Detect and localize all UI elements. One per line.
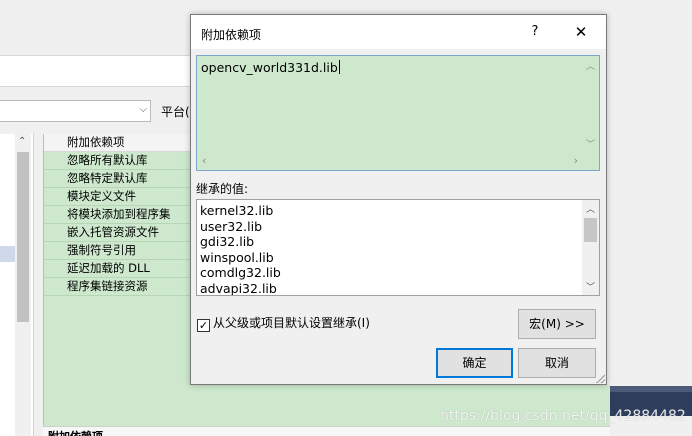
scroll-left-icon[interactable]: ‹ bbox=[202, 154, 206, 167]
scroll-up-icon[interactable]: ︿ bbox=[586, 59, 595, 72]
edit-horizontal-scrollbar[interactable]: ‹ › bbox=[197, 152, 584, 170]
watermark: https://blog.csdn.net/qq_42884482 bbox=[440, 408, 686, 424]
scroll-right-icon[interactable]: › bbox=[574, 154, 578, 167]
property-row[interactable]: 延迟加载的 DLL bbox=[44, 260, 196, 278]
description-title: 附加依赖项 bbox=[48, 428, 103, 436]
scroll-thumb[interactable] bbox=[584, 218, 597, 242]
list-item: comdlg32.lib bbox=[200, 265, 281, 280]
dialog-titlebar: 附加依赖项 ? ✕ bbox=[191, 15, 606, 49]
resize-grip-icon[interactable] bbox=[596, 374, 605, 383]
dialog-title: 附加依赖项 bbox=[201, 28, 262, 42]
property-page-header-strip bbox=[0, 55, 195, 87]
configuration-dropdown[interactable]: ⌵ bbox=[0, 100, 151, 122]
edit-value: opencv_world331d.lib bbox=[201, 60, 338, 75]
dependencies-edit-text[interactable]: opencv_world331d.lib bbox=[201, 60, 340, 75]
list-item: kernel32.lib bbox=[200, 203, 274, 218]
list-item: advapi32.lib bbox=[200, 280, 277, 296]
property-row[interactable]: 程序集链接资源 bbox=[44, 278, 196, 296]
inherited-values-items: kernel32.lib user32.lib gdi32.lib winspo… bbox=[200, 203, 281, 296]
edit-vertical-scrollbar[interactable]: ︿ ﹀ bbox=[582, 56, 599, 152]
dark-panel-header bbox=[610, 386, 692, 392]
additional-dependencies-dialog: 附加依赖项 ? ✕ opencv_world331d.lib ︿ ﹀ ‹ › 继… bbox=[190, 14, 607, 385]
text-caret bbox=[338, 60, 340, 74]
platform-label: 平台(I bbox=[161, 105, 194, 119]
close-icon[interactable]: ✕ bbox=[563, 21, 599, 43]
list-item: gdi32.lib bbox=[200, 234, 255, 249]
scroll-up-icon[interactable]: ⌃ bbox=[18, 136, 26, 147]
property-description: 附加依赖项 bbox=[43, 426, 610, 436]
inherit-checkbox-label[interactable]: 从父级或项目默认设置继承(I) bbox=[213, 316, 370, 330]
scroll-down-icon[interactable]: ﹀ bbox=[586, 137, 595, 150]
inherited-values-list[interactable]: kernel32.lib user32.lib gdi32.lib winspo… bbox=[196, 199, 600, 296]
property-row[interactable]: 忽略所有默认库 bbox=[44, 152, 196, 170]
cancel-button[interactable]: 取消 bbox=[518, 348, 596, 378]
property-tree-scrollbar[interactable]: ⌃ bbox=[15, 134, 31, 436]
inherit-checkbox[interactable]: ✓ bbox=[197, 319, 210, 332]
inherit-checkbox-row[interactable]: ✓ 从父级或项目默认设置继承(I) bbox=[197, 314, 370, 332]
property-row[interactable]: 嵌入托管资源文件 bbox=[44, 224, 196, 242]
property-row[interactable]: 模块定义文件 bbox=[44, 188, 196, 206]
property-row[interactable]: 附加依赖项 bbox=[44, 134, 196, 152]
property-row[interactable]: 强制符号引用 bbox=[44, 242, 196, 260]
scroll-up-icon[interactable]: ︿ bbox=[586, 202, 595, 215]
scroll-down-icon[interactable]: ﹀ bbox=[586, 280, 595, 293]
dependencies-edit-box[interactable]: opencv_world331d.lib ︿ ﹀ ‹ › bbox=[196, 55, 600, 171]
ok-button[interactable]: 确定 bbox=[436, 348, 513, 378]
tree-selected-item[interactable] bbox=[0, 246, 16, 262]
macro-button[interactable]: 宏(M) >> bbox=[518, 309, 596, 339]
screen: ⌵ 平台(I ⌃ 附加依赖项 忽略所有默认库 忽略特定默认库 模块定义文件 将模… bbox=[0, 0, 692, 436]
scroll-thumb[interactable] bbox=[17, 152, 29, 322]
list-item: user32.lib bbox=[200, 218, 263, 234]
help-icon[interactable]: ? bbox=[517, 21, 553, 43]
property-row[interactable]: 忽略特定默认库 bbox=[44, 170, 196, 188]
chevron-down-icon: ⌵ bbox=[139, 104, 147, 115]
inherited-values-label: 继承的值: bbox=[196, 182, 249, 196]
property-grid: 附加依赖项 忽略所有默认库 忽略特定默认库 模块定义文件 将模块添加到程序集 嵌… bbox=[43, 134, 196, 426]
inherited-values-scrollbar[interactable]: ︿ ﹀ bbox=[582, 200, 599, 295]
property-row[interactable]: 将模块添加到程序集 bbox=[44, 206, 196, 224]
list-item: winspool.lib bbox=[200, 249, 274, 265]
